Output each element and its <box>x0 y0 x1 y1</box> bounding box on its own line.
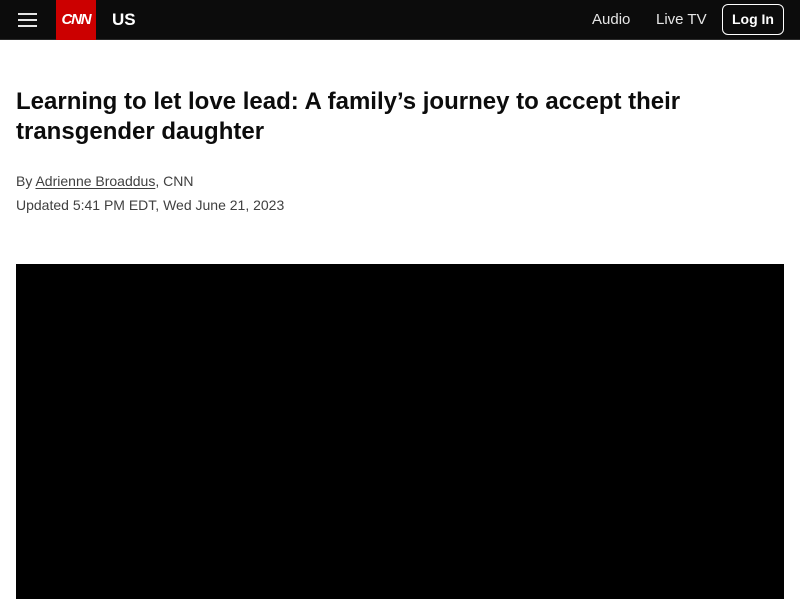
byline-prefix: By <box>16 173 36 189</box>
article-timestamp: Updated 5:41 PM EDT, Wed June 21, 2023 <box>16 197 285 213</box>
section-link-us[interactable]: US <box>112 0 136 40</box>
login-button[interactable]: Log In <box>722 4 784 35</box>
article-byline: By Adrienne Broaddus, CNN <box>16 172 193 190</box>
article-headline: Learning to let love lead: A family’s jo… <box>16 88 681 145</box>
byline-suffix: , CNN <box>155 173 194 189</box>
nav-link-live-tv[interactable]: Live TV <box>656 0 707 40</box>
video-player[interactable] <box>16 264 784 599</box>
cnn-logo[interactable]: CNN <box>56 0 96 40</box>
nav-link-audio[interactable]: Audio <box>592 0 630 40</box>
top-navigation-bar: CNN US Audio Live TV Log In <box>0 0 800 40</box>
hamburger-menu-icon[interactable] <box>18 10 38 30</box>
author-link[interactable]: Adrienne Broaddus <box>35 173 155 189</box>
